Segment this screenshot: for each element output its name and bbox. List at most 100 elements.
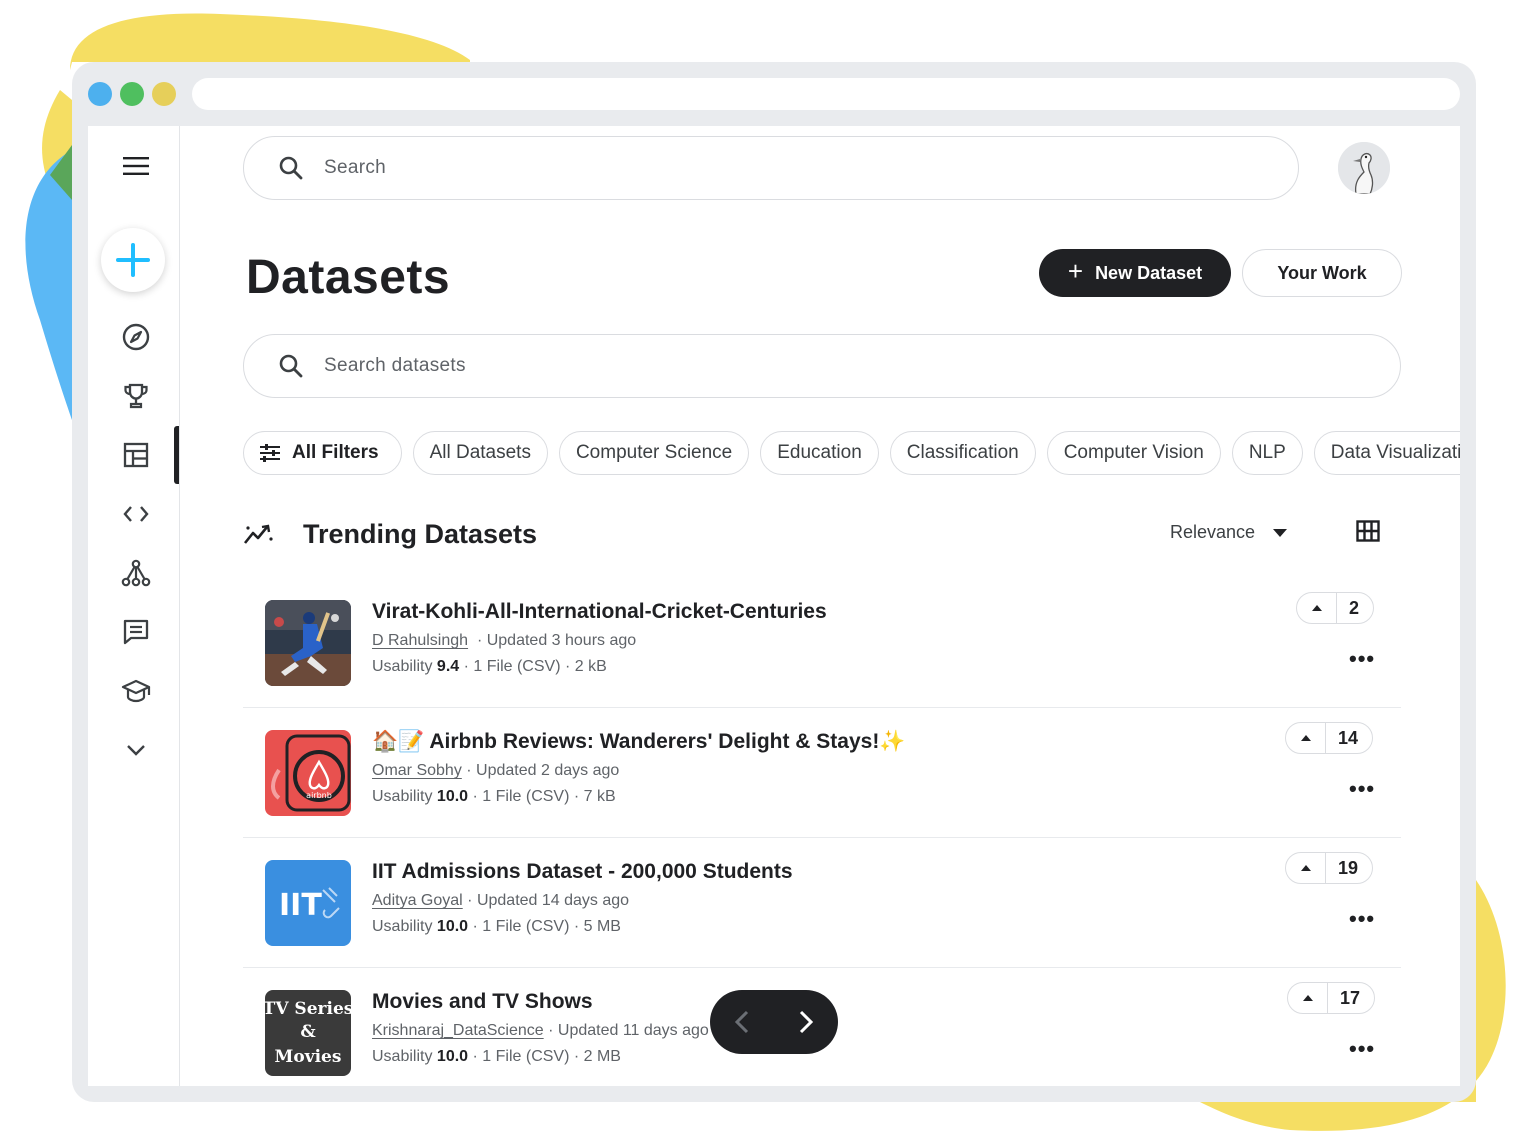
avatar[interactable] xyxy=(1338,142,1390,194)
dataset-meta: Aditya Goyal · Updated 14 days ago xyxy=(372,892,629,910)
section-title: Trending Datasets xyxy=(303,518,538,549)
table-icon[interactable] xyxy=(116,435,156,475)
upvote-button[interactable] xyxy=(1297,593,1337,623)
upvote-button[interactable] xyxy=(1286,723,1326,753)
more-options-icon[interactable]: ••• xyxy=(1349,1036,1375,1062)
code-icon[interactable] xyxy=(116,494,156,534)
search-icon xyxy=(279,156,303,180)
compass-icon[interactable] xyxy=(116,317,156,357)
dataset-updated: · Updated 11 days ago xyxy=(548,1022,709,1039)
chip-nlp[interactable]: NLP xyxy=(1231,431,1303,475)
carousel-prev-button[interactable] xyxy=(717,997,767,1047)
plus-icon: + xyxy=(1067,256,1084,286)
browser-window: Search Datasets + New Dataset Your Work xyxy=(72,62,1476,1102)
search-icon xyxy=(279,354,303,378)
global-search-input[interactable]: Search xyxy=(243,136,1299,200)
page-title: Datasets xyxy=(246,251,451,304)
new-dataset-button[interactable]: + New Dataset xyxy=(1039,249,1231,297)
dataset-updated: · Updated 14 days ago xyxy=(467,892,630,909)
dataset-title[interactable]: IIT Admissions Dataset - 200,000 Student… xyxy=(372,860,793,884)
chip-computer-science[interactable]: Computer Science xyxy=(558,431,750,475)
chip-data-visualization[interactable]: Data Visualization xyxy=(1313,431,1460,475)
sidebar xyxy=(88,126,180,1086)
section-header: Trending Datasets xyxy=(243,514,537,554)
dataset-usability: Usability 10.0 · 1 File (CSV) · 7 kB xyxy=(372,788,616,806)
usability-label: Usability xyxy=(372,918,433,935)
dataset-meta: Krishnaraj_DataScience · Updated 11 days… xyxy=(372,1022,709,1040)
dataset-title[interactable]: Movies and TV Shows xyxy=(372,990,593,1014)
vote-count: 14 xyxy=(1338,727,1359,748)
chip-all-datasets[interactable]: All Datasets xyxy=(412,431,548,475)
window-minimize-dot[interactable] xyxy=(120,82,144,106)
thumb-text: IIT xyxy=(279,888,322,923)
dataset-row[interactable]: airbnb 🏠📝 Airbnb Reviews: Wanderers' Del… xyxy=(243,708,1401,838)
dataset-title[interactable]: 🏠📝 Airbnb Reviews: Wanderers' Delight & … xyxy=(372,730,905,754)
dataset-owner-link[interactable]: Krishnaraj_DataScience xyxy=(372,1022,544,1039)
sort-dropdown[interactable]: Relevance xyxy=(1170,522,1288,543)
dataset-details: · 1 File (CSV) · 7 kB xyxy=(472,788,616,805)
svg-text:airbnb: airbnb xyxy=(306,791,332,800)
grid-view-icon[interactable] xyxy=(1356,520,1380,547)
sidebar-active-indicator xyxy=(174,426,179,484)
menu-icon[interactable] xyxy=(116,146,156,186)
dataset-usability: Usability 9.4 · 1 File (CSV) · 2 kB xyxy=(372,658,607,676)
chip-classification[interactable]: Classification xyxy=(889,431,1036,475)
more-options-icon[interactable]: ••• xyxy=(1349,776,1375,802)
dataset-owner-link[interactable]: Aditya Goyal xyxy=(372,892,463,909)
carousel-nav xyxy=(710,990,838,1054)
sort-label: Relevance xyxy=(1170,522,1256,542)
window-close-dot[interactable] xyxy=(88,82,112,106)
chip-education[interactable]: Education xyxy=(760,431,879,475)
create-button[interactable] xyxy=(101,228,165,292)
chip-label: All Filters xyxy=(292,442,379,463)
dataset-details: · 1 File (CSV) · 2 kB xyxy=(463,658,607,675)
dataset-title[interactable]: Virat-Kohli-All-International-Cricket-Ce… xyxy=(372,600,827,624)
vote-count: 19 xyxy=(1338,857,1359,878)
filter-chips: All Filters All Datasets Computer Scienc… xyxy=(243,431,1460,475)
thumb-line-3: Movies xyxy=(275,1047,342,1067)
vote-count: 2 xyxy=(1349,597,1360,618)
upvote-control: 17 xyxy=(1287,982,1376,1014)
app-content: Search Datasets + New Dataset Your Work xyxy=(88,126,1460,1086)
dataset-thumbnail-iit: IIT xyxy=(265,860,351,946)
upvote-control: 14 xyxy=(1285,722,1374,754)
chevron-down-icon[interactable] xyxy=(116,730,156,770)
dataset-owner-link[interactable]: D Rahulsingh xyxy=(372,632,468,649)
models-icon[interactable] xyxy=(116,553,156,593)
window-maximize-dot[interactable] xyxy=(152,82,176,106)
caret-up-icon xyxy=(1302,995,1313,1001)
search-datasets-input[interactable]: Search datasets xyxy=(243,334,1401,398)
chevron-right-icon xyxy=(799,1010,814,1034)
address-bar[interactable] xyxy=(192,78,1460,110)
dataset-thumbnail-cricket xyxy=(265,600,351,686)
chip-computer-vision[interactable]: Computer Vision xyxy=(1046,431,1221,475)
your-work-button[interactable]: Your Work xyxy=(1242,249,1402,297)
dataset-updated: · Updated 2 days ago xyxy=(466,762,620,779)
dataset-usability: Usability 10.0 · 1 File (CSV) · 2 MB xyxy=(372,1048,621,1066)
comment-icon[interactable] xyxy=(116,612,156,652)
dataset-row[interactable]: Virat-Kohli-All-International-Cricket-Ce… xyxy=(243,578,1401,708)
dataset-owner-link[interactable]: Omar Sobhy xyxy=(372,762,462,779)
upvote-button[interactable] xyxy=(1288,983,1328,1013)
chip-all-filters[interactable]: All Filters xyxy=(243,431,402,475)
dataset-details: · 1 File (CSV) · 5 MB xyxy=(472,918,621,935)
more-options-icon[interactable]: ••• xyxy=(1349,646,1375,672)
trending-icon xyxy=(243,524,273,544)
dataset-meta: Omar Sobhy · Updated 2 days ago xyxy=(372,762,619,780)
usability-label: Usability xyxy=(372,788,433,805)
dataset-meta: D Rahulsingh · Updated 3 hours ago xyxy=(372,632,636,650)
usability-score: 10.0 xyxy=(436,788,469,805)
dataset-row[interactable]: IIT IIT Admissions Dataset - 200,000 Stu… xyxy=(243,838,1401,968)
upvote-button[interactable] xyxy=(1286,853,1326,883)
stage: Search Datasets + New Dataset Your Work xyxy=(0,0,1528,1146)
filter-sliders-icon xyxy=(260,444,280,462)
carousel-next-button[interactable] xyxy=(781,997,831,1047)
more-options-icon[interactable]: ••• xyxy=(1349,906,1375,932)
usability-score: 9.4 xyxy=(436,658,460,675)
dataset-thumbnail-airbnb: airbnb xyxy=(265,730,351,816)
usability-score: 10.0 xyxy=(436,918,469,935)
new-dataset-label: New Dataset xyxy=(1095,262,1203,283)
dataset-thumbnail-movies: TV Series & Movies xyxy=(265,990,351,1076)
trophy-icon[interactable] xyxy=(116,376,156,416)
graduation-cap-icon[interactable] xyxy=(116,671,156,711)
